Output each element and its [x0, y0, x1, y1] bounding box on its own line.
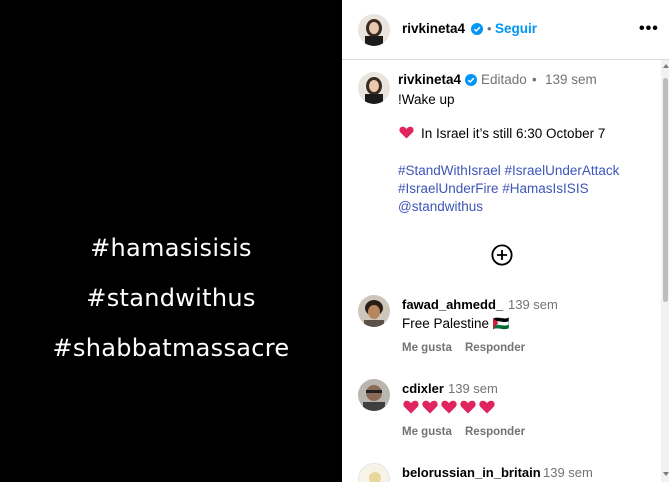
edited-label: Editado	[481, 72, 527, 87]
comment-avatar[interactable]	[358, 295, 390, 327]
caption-username[interactable]: rivkineta4	[398, 72, 461, 87]
follow-button[interactable]: Seguir	[495, 21, 537, 36]
comment-username-3[interactable]: belorussian_in_britain	[402, 465, 541, 480]
load-more-comments-icon[interactable]	[491, 244, 513, 266]
media-text-line-2: #standwithus	[86, 284, 256, 312]
post-media[interactable]: #hamasisisis #standwithus #shabbatmassac…	[0, 0, 342, 482]
comment-timestamp-2: 139 sem	[448, 381, 498, 396]
scroll-down-arrow-icon[interactable]	[663, 472, 669, 476]
comment-like-button-2[interactable]: Me gusta	[402, 426, 452, 438]
comment-username[interactable]: fawad_ahmedd_	[402, 297, 503, 312]
header-separator: •	[487, 21, 492, 36]
comment-timestamp: 139 sem	[508, 297, 558, 312]
caption-hashtags-2[interactable]: #IsraelUnderFire #HamasIsISIS	[398, 181, 589, 196]
comment-timestamp-3: 139 sem	[543, 465, 593, 480]
red-heart-icon	[441, 400, 457, 414]
scroll-up-arrow-icon[interactable]	[663, 64, 669, 68]
comment-reply-button[interactable]: Responder	[465, 342, 525, 354]
caption-text-line-1: !Wake up	[398, 92, 455, 107]
media-text-line-1: #hamasisisis	[90, 234, 252, 262]
comment-reply-button-2[interactable]: Responder	[465, 426, 525, 438]
comment-like-button[interactable]: Me gusta	[402, 342, 452, 354]
caption-separator: •	[532, 72, 537, 87]
media-text-line-3: #shabbatmassacre	[52, 334, 290, 362]
author-avatar[interactable]	[358, 14, 390, 46]
comment-avatar-3[interactable]	[358, 463, 390, 482]
red-heart-icon	[403, 400, 419, 414]
caption-avatar[interactable]	[358, 72, 390, 104]
post-details-panel: rivkineta4 • Seguir ••• rivkineta4 Edita…	[342, 0, 669, 482]
caption-text-line-2: In Israel it’s still 6:30 October 7	[421, 126, 606, 141]
comment-avatar-2[interactable]	[358, 379, 390, 411]
verified-badge-icon	[471, 23, 483, 35]
caption-hashtags-1[interactable]: #StandWithIsrael #IsraelUnderAttack	[398, 163, 619, 178]
scrollbar-thumb[interactable]	[663, 78, 668, 302]
caption-timestamp[interactable]: 139 sem	[545, 72, 597, 87]
header-username[interactable]: rivkineta4	[402, 21, 465, 36]
comment-text: Free Palestine 🇵🇸	[402, 316, 510, 331]
caption-mention[interactable]: @standwithus	[398, 199, 483, 214]
red-heart-icon	[422, 400, 438, 414]
comment-username-2[interactable]: cdixler	[402, 381, 444, 396]
red-heart-icon	[460, 400, 476, 414]
post-header: rivkineta4 • Seguir •••	[342, 0, 669, 60]
more-options-icon[interactable]: •••	[639, 20, 659, 38]
comment-hearts	[403, 400, 495, 414]
caption-verified-badge-icon	[465, 74, 477, 86]
red-heart-icon	[399, 126, 414, 139]
red-heart-icon	[479, 400, 495, 414]
